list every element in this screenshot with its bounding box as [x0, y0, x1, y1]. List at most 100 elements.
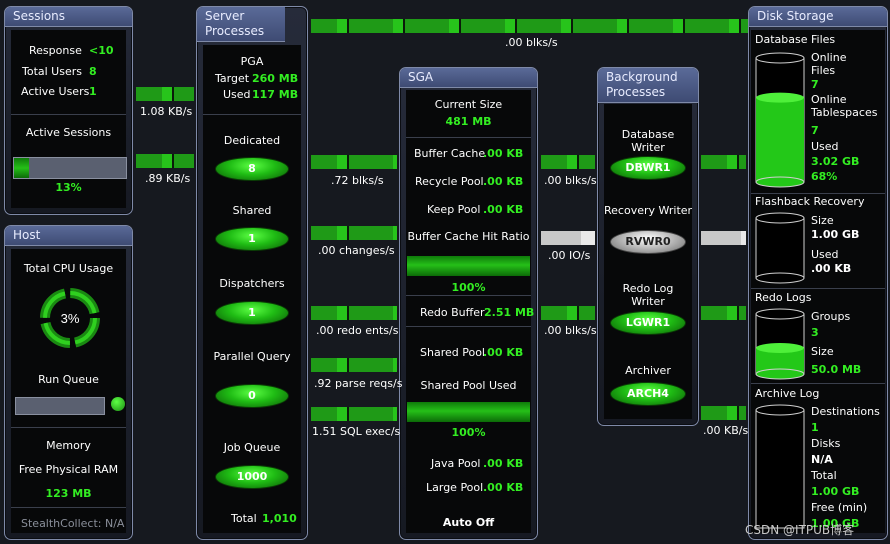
session-out-flow [136, 154, 194, 168]
shared-pool-label: Shared Pool [420, 346, 485, 359]
parse-flow [311, 358, 397, 372]
keep-pool-value: .00 KB [483, 203, 524, 216]
flashback-cylinder [755, 212, 805, 284]
total-value: 1,010 [262, 512, 297, 525]
response-value: <10 [89, 44, 114, 57]
shared-pool-used-label: Shared Pool Used [420, 379, 517, 392]
flash-used-value: .00 KB [811, 262, 852, 275]
cpu-label: Total CPU Usage [23, 262, 114, 275]
flashback-label: Flashback Recovery [755, 195, 865, 208]
sessions-panel: Sessions Response <10 Total Users 8 Acti… [4, 6, 133, 215]
dispatchers-label: Dispatchers [219, 277, 285, 290]
server-processes-title: Server Processes [197, 7, 285, 42]
active-sessions-pct: 13% [55, 181, 82, 194]
used-value: 3.02 GB [811, 155, 860, 168]
disks-value: N/A [811, 453, 833, 466]
parallel-query-label: Parallel Query [213, 350, 291, 363]
active-users-value: 1 [89, 85, 97, 98]
archive-log-cylinder [755, 404, 805, 529]
current-size-label: Current Size [434, 98, 503, 111]
session-out-label: .89 KB/s [145, 172, 191, 185]
top-flow-label: .00 blks/s [505, 36, 558, 49]
java-pool-value: .00 KB [483, 457, 524, 470]
archive-log-label: Archive Log [755, 387, 820, 400]
shared-pill[interactable]: 1 [215, 227, 289, 251]
large-pool-value: .00 KB [483, 481, 524, 494]
bg-blks-flow-label: .00 blks/s [544, 174, 597, 187]
lgwr-disk-flow [701, 306, 746, 320]
session-in-label: 1.08 KB/s [140, 105, 193, 118]
stealth-collect: StealthCollect: N/A [21, 517, 125, 530]
shared-pool-used-bar-fill [407, 402, 530, 422]
used-pct: 68% [811, 170, 838, 183]
groups-label: Groups [811, 310, 851, 323]
run-queue-indicator [111, 397, 125, 411]
changes-flow-label: .00 changes/s [318, 244, 395, 257]
destinations-label: Destinations [811, 405, 880, 418]
pga-used-label: Used [223, 88, 251, 101]
run-queue-bar [15, 397, 105, 415]
pga-label: PGA [240, 55, 264, 68]
host-title: Host [5, 226, 132, 246]
flash-size-value: 1.00 GB [811, 228, 860, 241]
auto-off[interactable]: Auto Off [406, 516, 531, 529]
blks-flow [311, 155, 397, 169]
pga-target-label: Target [215, 72, 250, 85]
redo-buffer-value: 2.51 MB [484, 306, 535, 319]
shared-label: Shared [232, 204, 272, 217]
dbwr-pill[interactable]: DBWR1 [610, 156, 686, 180]
job-queue-label: Job Queue [223, 441, 281, 454]
pga-used-value: 117 MB [252, 88, 299, 101]
sga-panel: SGA Current Size 481 MB Buffer Cache .00… [399, 67, 538, 540]
arch-pill[interactable]: ARCH4 [610, 382, 686, 406]
response-label: Response [29, 44, 82, 57]
dbwr-disk-flow [701, 155, 746, 169]
archive-flow-label: .00 KB/s [703, 424, 749, 437]
redo-size-label: Size [811, 345, 834, 358]
memory-label: Memory [46, 439, 91, 452]
active-users-label: Active Users [21, 85, 90, 98]
total-users-label: Total Users [22, 65, 82, 78]
disks-label: Disks [811, 437, 841, 450]
hit-ratio-bar-fill [407, 256, 530, 276]
used-label: Used [811, 140, 839, 153]
redo-ents-flow [311, 306, 397, 320]
redo-ents-flow-label: .00 redo ents/s [316, 324, 399, 337]
buffer-cache-label: Buffer Cache [414, 147, 486, 160]
dedicated-pill[interactable]: 8 [215, 157, 289, 181]
bg-blks-flow-2-label: .00 blks/s [544, 324, 597, 337]
job-queue-pill[interactable]: 1000 [215, 465, 289, 489]
server-processes-panel: Server Processes PGA Target 260 MB Used … [196, 6, 308, 540]
background-processes-panel: Background Processes Database Writer DBW… [597, 67, 699, 426]
free-min-label: Free (min) [811, 501, 868, 514]
buffer-cache-value: .00 KB [483, 147, 524, 160]
active-sessions-bar-fill [14, 158, 29, 178]
redo-size-value: 50.0 MB [811, 363, 862, 376]
keep-pool-label: Keep Pool [427, 203, 481, 216]
cpu-value: 3% [61, 311, 80, 326]
hit-ratio-label: Buffer Cache Hit Ratio [407, 230, 530, 243]
redo-logs-cylinder [755, 308, 805, 380]
host-panel: Host Total CPU Usage 3% Run Queue Memory… [4, 225, 133, 540]
current-size-value: 481 MB [445, 115, 492, 128]
top-flow [311, 19, 748, 33]
io-flow-label: .00 IO/s [548, 249, 591, 262]
redo-buffer-label: Redo Buffer [420, 306, 485, 319]
io-flow [541, 231, 595, 245]
large-pool-label: Large Pool [426, 481, 484, 494]
bg-blks-flow [541, 155, 595, 169]
destinations-value: 1 [811, 421, 819, 434]
sql-exec-flow [311, 407, 397, 421]
dispatchers-pill[interactable]: 1 [215, 301, 289, 325]
archiver-label: Archiver [625, 364, 671, 377]
shared-pool-value: .00 KB [483, 346, 524, 359]
watermark: CSDN @ITPUB博客 [745, 523, 855, 537]
sga-title: SGA [400, 68, 537, 88]
rvwr-pill[interactable]: RVWR0 [610, 230, 686, 254]
changes-flow [311, 226, 397, 240]
lgwr-pill[interactable]: LGWR1 [610, 311, 686, 335]
sql-exec-flow-label: 1.51 SQL exec/s [312, 425, 401, 438]
database-files-cylinder [755, 52, 805, 188]
online-files-label: Online Files [811, 51, 847, 77]
parallel-query-pill[interactable]: 0 [215, 384, 289, 408]
